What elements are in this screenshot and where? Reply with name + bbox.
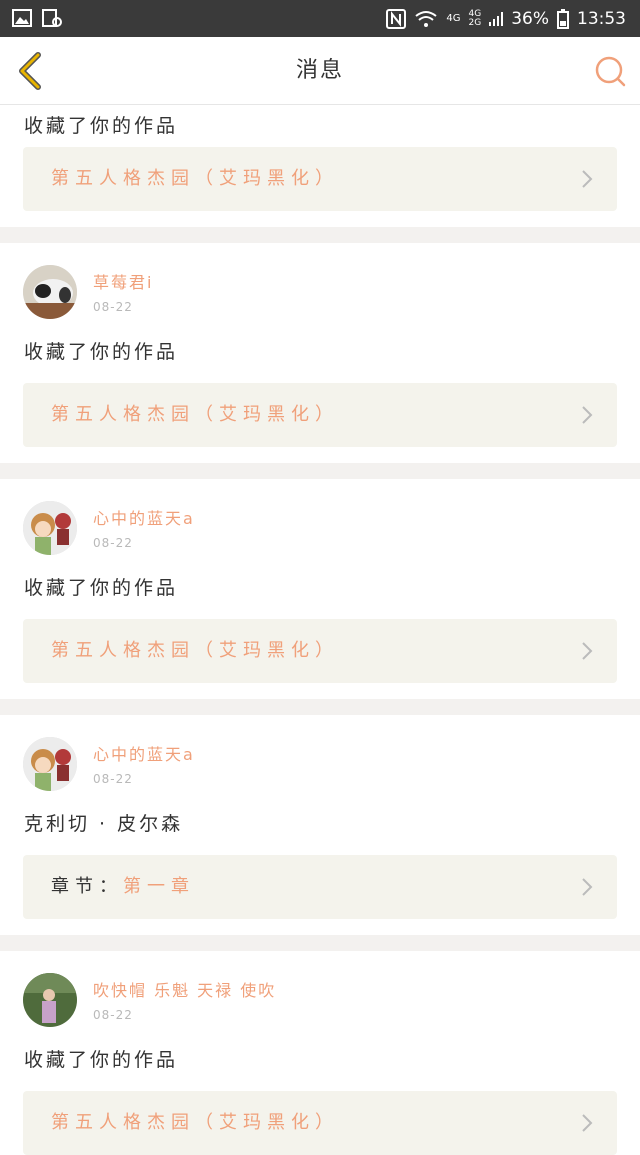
work-title: 第五人格杰园（艾玛黑化） (51, 404, 339, 425)
work-link[interactable]: 第五人格杰园（艾玛黑化） (23, 147, 617, 211)
work-title: 第五人格杰园（艾玛黑化） (51, 168, 339, 189)
user-row: 草莓君i 08-22 (0, 243, 640, 321)
username[interactable]: 心中的蓝天a (93, 741, 195, 765)
page-title: 消息 (295, 58, 344, 83)
message-action: 收藏了你的作品 (24, 115, 179, 137)
card-divider (0, 227, 640, 243)
card-spacer (0, 919, 640, 935)
screenshot-icon (42, 9, 62, 27)
message-action: 收藏了你的作品 (24, 577, 179, 599)
chevron-right-icon (582, 642, 593, 660)
status-bar: 4G 4G 2G 36% 13:53 (0, 0, 640, 37)
message-date: 08-22 (93, 300, 133, 314)
message-action: 克利切 · 皮尔森 (24, 813, 184, 835)
chapter-link[interactable]: 章节：第一章 (23, 855, 617, 919)
search-icon[interactable] (594, 55, 626, 87)
user-row: 吹快帽 乐魁 天禄 使吹 08-22 (0, 951, 640, 1029)
battery-percent: 36% (511, 8, 549, 29)
message-card: 收藏了你的作品 第五人格杰园（艾玛黑化） (0, 105, 640, 227)
network-label-2: 4G 2G (468, 8, 482, 28)
card-divider (0, 699, 640, 715)
card-spacer (0, 447, 640, 463)
avatar[interactable] (23, 973, 77, 1027)
card-divider (0, 935, 640, 951)
user-row: 心中的蓝天a 08-22 (0, 479, 640, 557)
avatar-image (23, 265, 77, 319)
clock: 13:53 (577, 8, 626, 29)
avatar[interactable] (23, 737, 77, 791)
gallery-icon (12, 9, 32, 27)
username[interactable]: 吹快帽 乐魁 天禄 使吹 (93, 977, 276, 1001)
nav-bar: 消息 (0, 37, 640, 105)
status-left-icons (12, 9, 62, 27)
card-divider (0, 463, 640, 479)
chevron-right-icon (582, 878, 593, 896)
network-label-1: 4G (446, 13, 461, 24)
work-title: 第五人格杰园（艾玛黑化） (51, 1112, 339, 1133)
message-card: 吹快帽 乐魁 天禄 使吹 08-22 收藏了你的作品 第五人格杰园（艾玛黑化） (0, 951, 640, 1155)
work-link[interactable]: 第五人格杰园（艾玛黑化） (23, 1091, 617, 1155)
avatar[interactable] (23, 501, 77, 555)
work-link[interactable]: 第五人格杰园（艾玛黑化） (23, 383, 617, 447)
avatar[interactable] (23, 265, 77, 319)
avatar-image (23, 973, 77, 1027)
username[interactable]: 心中的蓝天a (93, 505, 195, 529)
message-card: 心中的蓝天a 08-22 收藏了你的作品 第五人格杰园（艾玛黑化） (0, 479, 640, 699)
message-date: 08-22 (93, 1008, 133, 1022)
message-date: 08-22 (93, 536, 133, 550)
message-feed: 收藏了你的作品 第五人格杰园（艾玛黑化） 草莓君i 08-22 收藏了你的作品 … (0, 105, 640, 1155)
chapter-prefix: 章节： (51, 876, 123, 897)
work-link[interactable]: 第五人格杰园（艾玛黑化） (23, 619, 617, 683)
username[interactable]: 草莓君i (93, 269, 153, 293)
wifi-icon (415, 10, 437, 27)
card-spacer (0, 683, 640, 699)
work-title: 第五人格杰园（艾玛黑化） (51, 640, 339, 661)
battery-icon (557, 8, 569, 29)
chapter-text: 章节：第一章 (51, 855, 195, 919)
avatar-image (23, 737, 77, 791)
chevron-right-icon (582, 170, 593, 188)
avatar-image (23, 501, 77, 555)
message-action: 收藏了你的作品 (24, 341, 179, 363)
message-card: 心中的蓝天a 08-22 克利切 · 皮尔森 章节：第一章 (0, 715, 640, 935)
message-action: 收藏了你的作品 (24, 1049, 179, 1071)
nfc-icon (386, 8, 407, 29)
message-date: 08-22 (93, 772, 133, 786)
card-spacer (0, 211, 640, 227)
user-row: 心中的蓝天a 08-22 (0, 715, 640, 793)
chapter-title: 第一章 (123, 876, 195, 897)
status-right: 4G 4G 2G 36% 13:53 (386, 0, 626, 37)
chevron-right-icon (582, 1114, 593, 1132)
chevron-right-icon (582, 406, 593, 424)
signal-icon (489, 11, 504, 26)
message-card: 草莓君i 08-22 收藏了你的作品 第五人格杰园（艾玛黑化） (0, 243, 640, 463)
